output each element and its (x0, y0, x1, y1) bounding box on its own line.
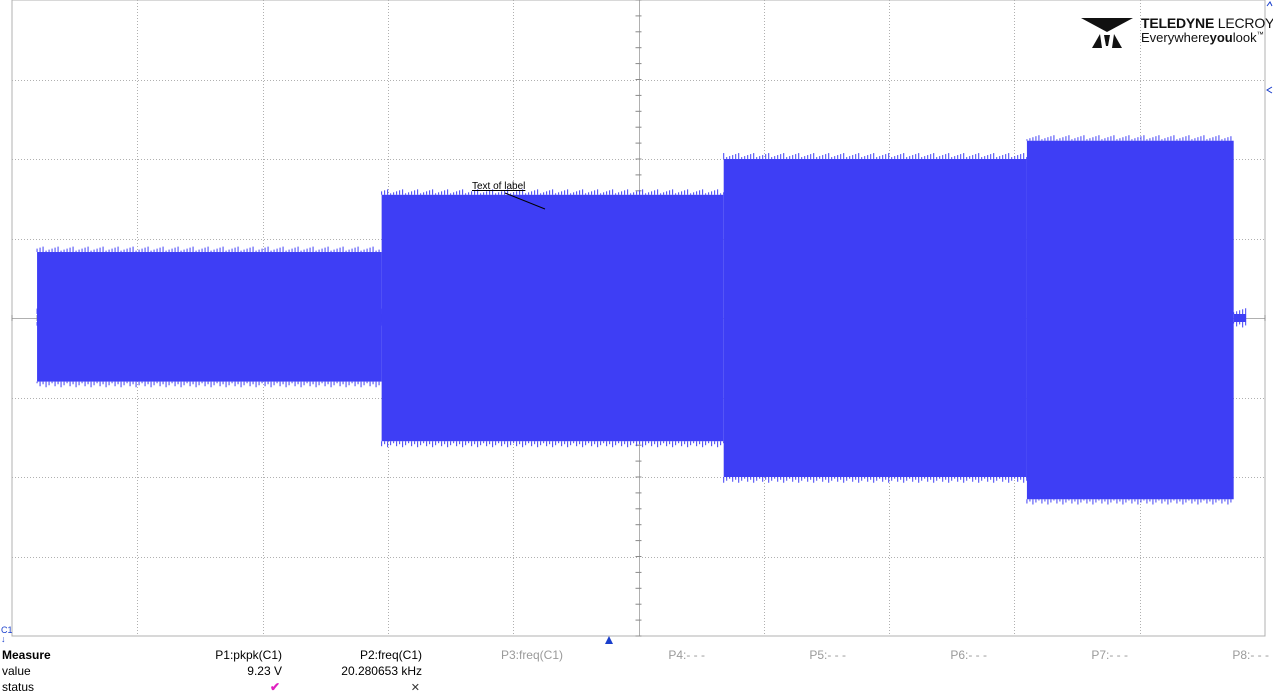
param-7-name[interactable]: P7:- - - (968, 647, 1128, 663)
trigger-position-marker-icon[interactable] (603, 635, 615, 645)
param-4-value (545, 663, 705, 679)
logo-brand-text: TELEDYNE LECROY (1141, 15, 1273, 31)
param-8-name[interactable]: P8:- - - (1109, 647, 1269, 663)
channel-ground-marker[interactable]: C1 ↓ (1, 626, 13, 644)
oscilloscope-display (11, 0, 1266, 637)
param-6-value (827, 663, 987, 679)
status-x-icon: ✕ (410, 682, 420, 694)
param-3-value (403, 663, 563, 679)
trigger-level-marker-icon (1266, 1, 1273, 7)
annotation-label[interactable]: Text of label (472, 181, 525, 192)
logo-mark-icon (1081, 18, 1133, 48)
param-3-name[interactable]: P3:freq(C1) (403, 647, 563, 663)
param-1-name[interactable]: P1:pkpk(C1) (122, 647, 282, 663)
param-6-name[interactable]: P6:- - - (827, 647, 987, 663)
param-4-name[interactable]: P4:- - - (545, 647, 705, 663)
waveform-segment (1026, 140, 1234, 500)
status-check-icon: ✔ (269, 680, 280, 694)
param-8-value (1109, 663, 1269, 679)
param-2-name[interactable]: P2:freq(C1) (262, 647, 422, 663)
offset-marker-icon (1266, 86, 1273, 94)
right-edge-markers (1266, 1, 1273, 94)
param-5-name[interactable]: P5:- - - (686, 647, 846, 663)
param-7-value (968, 663, 1128, 679)
logo-tagline: Everywhereyoulook™ (1141, 30, 1264, 45)
measure-table: Measure value status P1:pkpk(C1) 9.23 V ✔ P… (0, 647, 1273, 695)
waveform-segment (381, 194, 724, 442)
param-5-value (686, 663, 846, 679)
param-2-value: 20.280653 kHz (341, 664, 422, 678)
param-1-value: 9.23 V (247, 664, 282, 678)
waveform-trace (36, 135, 1247, 505)
waveform-segment (37, 252, 382, 382)
waveform-segment (1233, 314, 1247, 322)
value-row-label: value (2, 664, 31, 678)
teledyne-lecroy-logo: TELEDYNE LECROY Everywhereyoulook™ (1078, 14, 1273, 48)
measure-heading: Measure (2, 648, 51, 662)
waveform-segment (723, 159, 1027, 477)
status-row-label: status (2, 680, 35, 694)
